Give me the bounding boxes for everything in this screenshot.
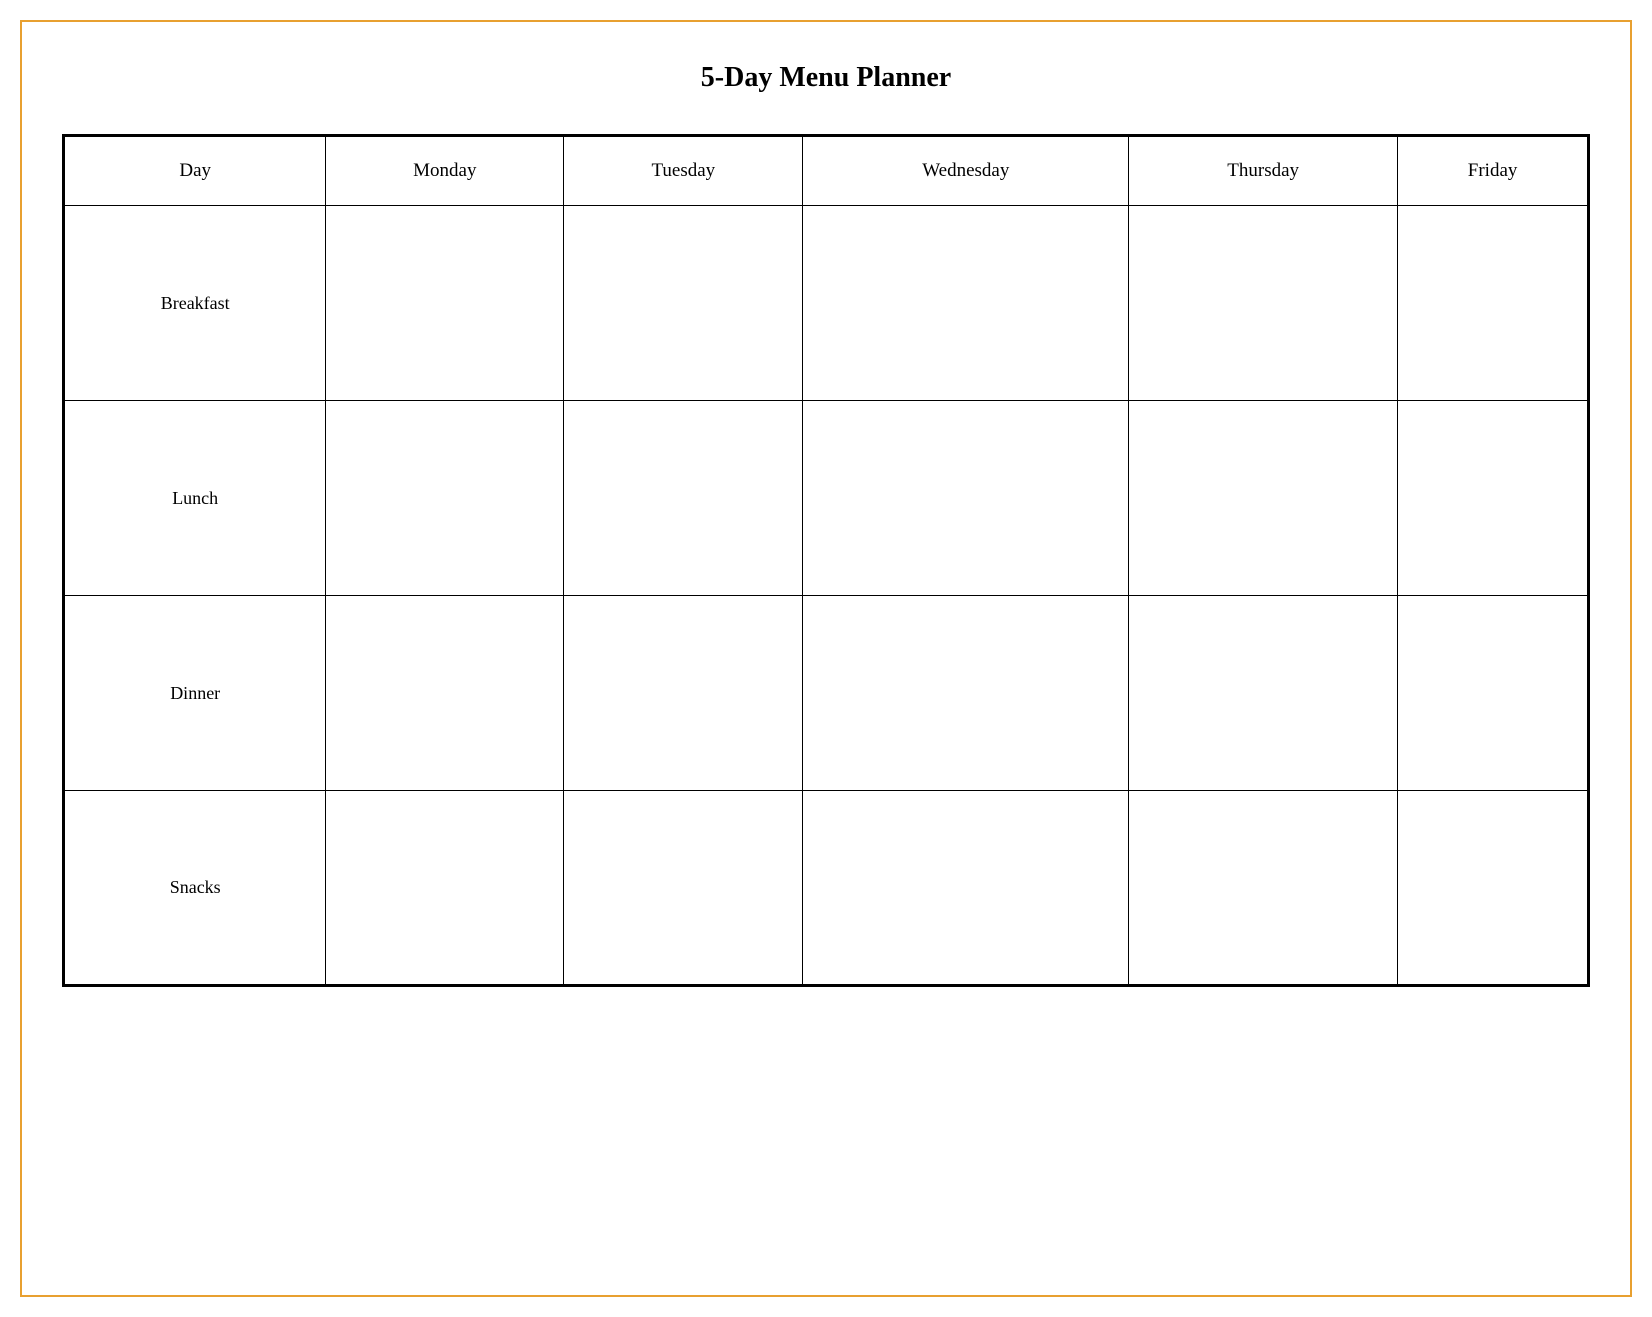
cell-lunch-thursday[interactable] bbox=[1129, 401, 1398, 596]
planner-table: Day Monday Tuesday Wednesday Thursday Fr… bbox=[62, 134, 1590, 987]
page-title: 5-Day Menu Planner bbox=[701, 62, 951, 94]
cell-breakfast-friday[interactable] bbox=[1398, 206, 1589, 401]
meal-label-lunch: Lunch bbox=[64, 401, 326, 596]
col-thursday: Thursday bbox=[1129, 136, 1398, 206]
cell-snacks-tuesday[interactable] bbox=[564, 791, 803, 986]
col-day: Day bbox=[64, 136, 326, 206]
cell-dinner-wednesday[interactable] bbox=[803, 596, 1129, 791]
row-breakfast: Breakfast bbox=[64, 206, 1589, 401]
cell-breakfast-monday[interactable] bbox=[326, 206, 564, 401]
cell-lunch-monday[interactable] bbox=[326, 401, 564, 596]
cell-lunch-wednesday[interactable] bbox=[803, 401, 1129, 596]
col-wednesday: Wednesday bbox=[803, 136, 1129, 206]
meal-label-snacks: Snacks bbox=[64, 791, 326, 986]
row-snacks: Snacks bbox=[64, 791, 1589, 986]
cell-snacks-thursday[interactable] bbox=[1129, 791, 1398, 986]
cell-breakfast-thursday[interactable] bbox=[1129, 206, 1398, 401]
row-lunch: Lunch bbox=[64, 401, 1589, 596]
cell-dinner-monday[interactable] bbox=[326, 596, 564, 791]
meal-label-dinner: Dinner bbox=[64, 596, 326, 791]
header-row: Day Monday Tuesday Wednesday Thursday Fr… bbox=[64, 136, 1589, 206]
cell-snacks-friday[interactable] bbox=[1398, 791, 1589, 986]
cell-breakfast-wednesday[interactable] bbox=[803, 206, 1129, 401]
cell-dinner-thursday[interactable] bbox=[1129, 596, 1398, 791]
row-dinner: Dinner bbox=[64, 596, 1589, 791]
cell-lunch-tuesday[interactable] bbox=[564, 401, 803, 596]
col-friday: Friday bbox=[1398, 136, 1589, 206]
col-tuesday: Tuesday bbox=[564, 136, 803, 206]
cell-breakfast-tuesday[interactable] bbox=[564, 206, 803, 401]
cell-dinner-tuesday[interactable] bbox=[564, 596, 803, 791]
cell-snacks-monday[interactable] bbox=[326, 791, 564, 986]
cell-dinner-friday[interactable] bbox=[1398, 596, 1589, 791]
cell-lunch-friday[interactable] bbox=[1398, 401, 1589, 596]
col-monday: Monday bbox=[326, 136, 564, 206]
cell-snacks-wednesday[interactable] bbox=[803, 791, 1129, 986]
page-container: 5-Day Menu Planner Day Monday Tuesday We… bbox=[20, 20, 1632, 1297]
meal-label-breakfast: Breakfast bbox=[64, 206, 326, 401]
